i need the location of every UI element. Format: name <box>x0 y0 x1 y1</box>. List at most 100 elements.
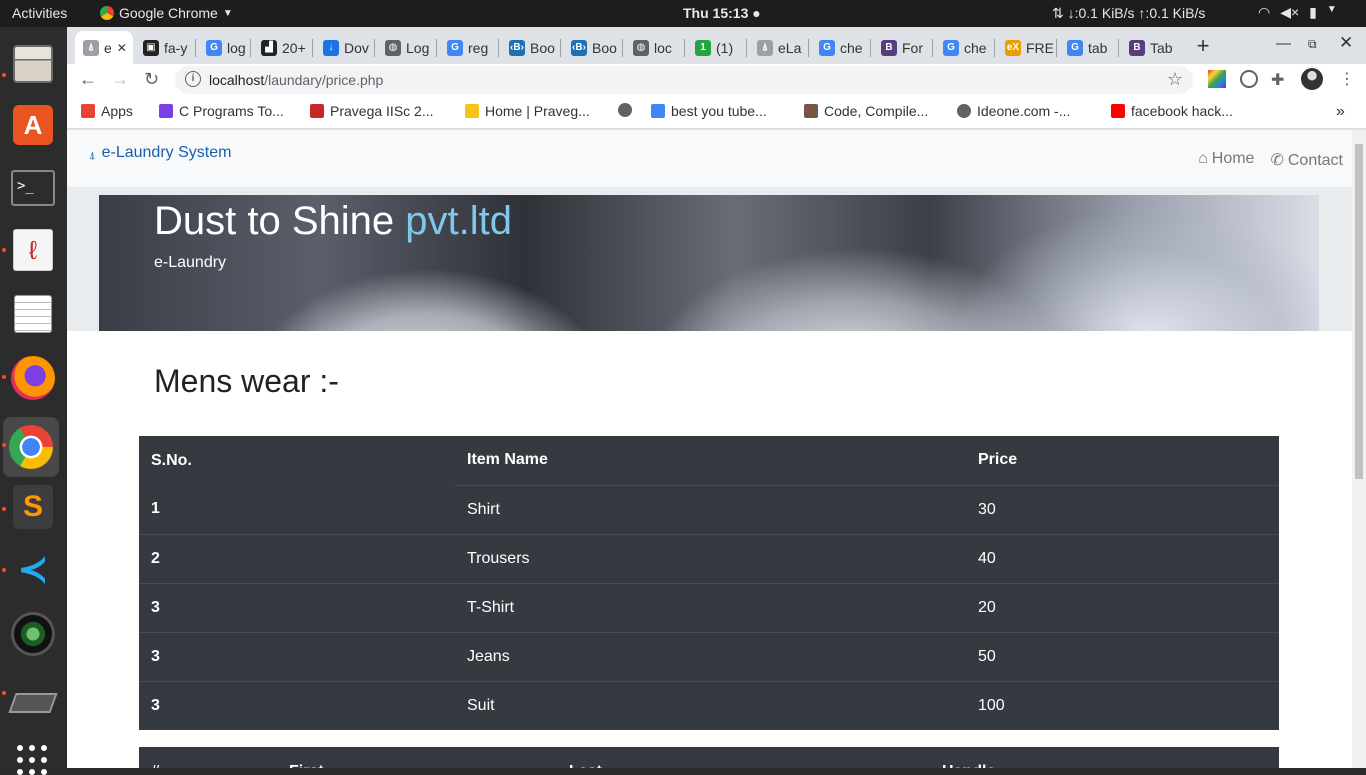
close-tab-icon[interactable]: ✕ <box>117 41 127 55</box>
tab-15[interactable]: eX FRE <box>997 31 1053 64</box>
bookmark-item[interactable]: C Programs To... <box>159 103 284 119</box>
tab-favicon: eX <box>1005 39 1021 56</box>
network-speed-indicator[interactable]: ⇅ ↓:0.1 KiB/s ↑:0.1 KiB/s <box>1052 5 1205 22</box>
hero-subtitle: e-Laundry <box>154 254 227 271</box>
puzzle-extensions-icon[interactable]: ✚ <box>1271 70 1289 89</box>
restore-button[interactable]: ⧉ <box>1308 37 1317 52</box>
info-icon[interactable]: i <box>185 71 201 87</box>
clock[interactable]: Thu 15:13 ● <box>683 5 761 21</box>
tab-16[interactable]: Gtab <box>1059 31 1115 64</box>
menu-kebab-icon[interactable]: ⋮ <box>1339 69 1355 89</box>
tab-17[interactable]: B Tab <box>1121 31 1177 64</box>
dock-software[interactable]: A <box>8 100 58 150</box>
dock-text-editor[interactable] <box>8 289 58 339</box>
bookmark-favicon <box>159 104 173 118</box>
dock-camera[interactable] <box>8 609 58 659</box>
activities-button[interactable]: Activities <box>12 5 67 21</box>
close-window-button[interactable]: ✕ <box>1339 33 1353 53</box>
tab-strip: ⍋ e ✕ ▣ fa-y Glog ▟ 20+ ↓ Dov ◍ Log Greg ‹B› Boo ‹B› Boo… <box>67 27 1366 64</box>
tab-4[interactable]: ↓ Dov <box>315 31 371 64</box>
tab-separator <box>498 39 499 57</box>
address-bar[interactable]: i localhost/laundary/price.php ☆ <box>175 66 1193 94</box>
tab-1[interactable]: ▣ fa-y <box>135 31 191 64</box>
tab-14[interactable]: Gche <box>935 31 991 64</box>
bookmark-item[interactable]: Pravega IISc 2... <box>310 103 434 119</box>
scrollbar-thumb[interactable] <box>1355 144 1363 479</box>
color-extension-icon[interactable] <box>1208 70 1226 88</box>
tab-separator <box>1118 39 1119 57</box>
tab-favicon: ◍ <box>385 39 401 56</box>
row-number: 3 <box>139 631 455 681</box>
dock-scanner[interactable] <box>8 673 58 723</box>
wifi-icon: ◠ <box>1258 4 1271 20</box>
profile-avatar[interactable] <box>1301 68 1323 90</box>
bookmark-label: Code, Compile... <box>824 103 929 119</box>
nav-contact-link[interactable]: ✆ Contact <box>1270 150 1343 170</box>
tab-11[interactable]: ⍋ eLa <box>749 31 805 64</box>
bookmark-item[interactable]: best you tube... <box>651 103 767 119</box>
tab-9[interactable]: ◍ loc <box>625 31 681 64</box>
tab-5[interactable]: ◍ Log <box>377 31 433 64</box>
app-menu[interactable]: Google Chrome ▼ <box>100 5 233 21</box>
tab-favicon: ⍋ <box>83 39 99 56</box>
bookmark-item[interactable]: Apps <box>81 103 133 119</box>
bookmark-item[interactable]: Ideone.com -... <box>957 103 1070 119</box>
column-header: First <box>277 747 557 769</box>
jumbotron: Dust to Shine pvt.ltd e-Laundry <box>67 187 1352 331</box>
page-scrollbar[interactable] <box>1352 130 1366 768</box>
dock-firefox[interactable] <box>8 353 58 403</box>
site-brand[interactable]: ⍋ e-Laundry System <box>89 142 231 163</box>
site-navbar: ⍋ e-Laundry System ⌂ Home ✆ Contact <box>67 130 1352 187</box>
tab-0[interactable]: ⍋ e ✕ <box>75 31 133 64</box>
tab-3[interactable]: ▟ 20+ <box>253 31 309 64</box>
table-row: 1 Shirt 30 <box>139 484 1279 534</box>
tab-label: fa-y <box>164 39 188 56</box>
nav-home-link[interactable]: ⌂ Home <box>1198 150 1254 170</box>
dock-chrome[interactable] <box>3 417 59 477</box>
tab-separator <box>195 39 196 57</box>
more-bookmarks-button[interactable]: » <box>1336 103 1345 121</box>
tab-10[interactable]: 1 (1) <box>687 31 743 64</box>
camera-icon <box>11 612 55 656</box>
back-button[interactable]: ← <box>79 69 97 90</box>
tab-label: eLa <box>778 39 802 56</box>
forward-button[interactable]: → <box>111 69 129 90</box>
bookmark-item[interactable]: facebook hack... <box>1111 103 1233 119</box>
bookmark-item[interactable] <box>618 103 632 117</box>
dock-vscode[interactable]: ≺ <box>8 545 58 595</box>
scanner-icon <box>8 693 58 713</box>
tab-2[interactable]: Glog <box>198 31 254 64</box>
row-number: 3 <box>139 680 455 730</box>
tab-label: Log <box>406 39 430 56</box>
dock-files[interactable] <box>8 39 58 89</box>
tab-6[interactable]: Greg <box>439 31 495 64</box>
show-applications-button[interactable] <box>17 745 49 775</box>
tab-favicon: G <box>819 39 835 56</box>
bookmark-star-icon[interactable]: ☆ <box>1167 69 1183 90</box>
tab-favicon: ◍ <box>633 39 649 56</box>
home-icon: ⌂ <box>1198 150 1208 167</box>
terminal-icon: >_ <box>11 170 55 206</box>
dock-pdf-viewer[interactable]: ℓ <box>8 225 58 275</box>
new-tab-button[interactable]: + <box>1188 31 1218 61</box>
tab-8[interactable]: ‹B› Boo <box>563 31 619 64</box>
dock-sublime-text[interactable]: S <box>8 482 58 532</box>
tab-label: che <box>840 39 863 56</box>
tab-12[interactable]: Gche <box>811 31 867 64</box>
column-header: Last <box>557 747 930 769</box>
minimize-button[interactable]: — <box>1276 35 1291 52</box>
hero-title: Dust to Shine pvt.ltd <box>154 199 512 243</box>
tab-label: e <box>104 39 112 56</box>
tab-7[interactable]: ‹B› Boo <box>501 31 557 64</box>
tab-13[interactable]: B For <box>873 31 929 64</box>
bookmark-item[interactable]: Code, Compile... <box>804 103 928 119</box>
dock: A >_ ℓ S ≺ <box>0 27 67 775</box>
chrome-app-icon <box>100 6 114 20</box>
system-tray[interactable]: ◠ ◀× ▮ ▼ <box>1258 4 1337 21</box>
tab-favicon: ▣ <box>143 39 159 56</box>
extension-icon[interactable] <box>1240 70 1258 88</box>
dock-terminal[interactable]: >_ <box>8 163 58 213</box>
bookmark-item[interactable]: Home | Praveg... <box>465 103 590 119</box>
bookmark-label: Home | Praveg... <box>485 103 590 119</box>
reload-button[interactable]: ↻ <box>144 69 159 90</box>
